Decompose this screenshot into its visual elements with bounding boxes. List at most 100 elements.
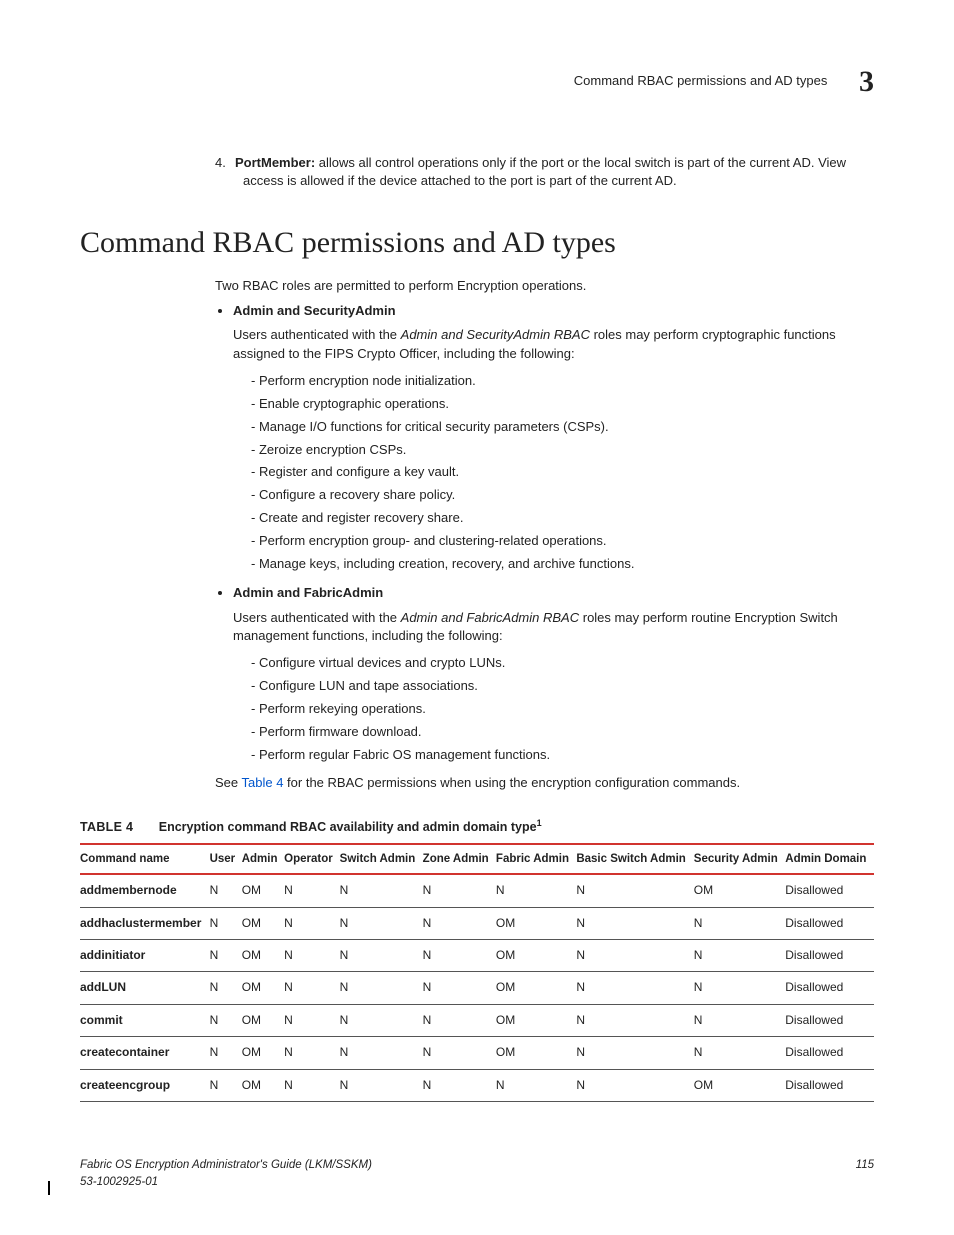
rbac-table: Command nameUserAdminOperatorSwitch Admi… — [80, 843, 874, 1102]
value-cell: Disallowed — [785, 874, 874, 907]
value-cell: N — [576, 972, 693, 1004]
value-cell: Disallowed — [785, 939, 874, 971]
value-cell: OM — [496, 1004, 576, 1036]
value-cell: OM — [496, 972, 576, 1004]
value-cell: N — [576, 1004, 693, 1036]
value-cell: N — [284, 874, 340, 907]
table-row: commitNOMNNNOMNNDisallowed — [80, 1004, 874, 1036]
value-cell: N — [340, 1004, 423, 1036]
table-header-row: Command nameUserAdminOperatorSwitch Admi… — [80, 844, 874, 875]
role-desc: Users authenticated with the Admin and S… — [233, 326, 874, 364]
action-item: Register and configure a key vault. — [251, 463, 874, 482]
value-cell: N — [694, 1037, 785, 1069]
action-item: Enable cryptographic operations. — [251, 395, 874, 414]
value-cell: N — [284, 907, 340, 939]
value-cell: N — [423, 939, 496, 971]
value-cell: N — [210, 939, 242, 971]
value-cell: N — [423, 1004, 496, 1036]
book-title: Fabric OS Encryption Administrator's Gui… — [80, 1159, 372, 1171]
command-name-cell: commit — [80, 1004, 210, 1036]
change-bar — [48, 1181, 50, 1195]
col-header: Operator — [284, 844, 340, 875]
value-cell: OM — [242, 1037, 284, 1069]
value-cell: N — [340, 1037, 423, 1069]
value-cell: N — [423, 972, 496, 1004]
value-cell: OM — [242, 972, 284, 1004]
value-cell: OM — [496, 907, 576, 939]
value-cell: OM — [242, 1004, 284, 1036]
doc-number: 53-1002925-01 — [80, 1176, 158, 1188]
value-cell: N — [423, 907, 496, 939]
list-number: 4. — [215, 154, 235, 173]
value-cell: Disallowed — [785, 1037, 874, 1069]
table-row: addhaclustermemberNOMNNNOMNNDisallowed — [80, 907, 874, 939]
value-cell: N — [423, 874, 496, 907]
action-item: Perform encryption group- and clustering… — [251, 532, 874, 551]
table-caption-text: Encryption command RBAC availability and… — [159, 820, 537, 834]
value-cell: N — [694, 939, 785, 971]
role-item: Admin and SecurityAdminUsers authenticat… — [233, 302, 874, 574]
value-cell: N — [210, 1037, 242, 1069]
table-row: createcontainerNOMNNNOMNNDisallowed — [80, 1037, 874, 1069]
see-table-note: See Table 4 for the RBAC permissions whe… — [215, 774, 874, 793]
command-name-cell: addhaclustermember — [80, 907, 210, 939]
value-cell: N — [340, 939, 423, 971]
value-cell: N — [284, 972, 340, 1004]
value-cell: N — [340, 874, 423, 907]
page-footer: Fabric OS Encryption Administrator's Gui… — [80, 1157, 874, 1190]
table-row: createencgroupNOMNNNNNOMDisallowed — [80, 1069, 874, 1101]
value-cell: N — [423, 1037, 496, 1069]
role-actions: Perform encryption node initialization. E… — [233, 372, 874, 574]
value-cell: N — [284, 1037, 340, 1069]
action-item: Configure virtual devices and crypto LUN… — [251, 654, 874, 673]
value-cell: OM — [242, 1069, 284, 1101]
running-header: Command RBAC permissions and AD types 3 — [80, 60, 874, 104]
action-item: Manage keys, including creation, recover… — [251, 555, 874, 574]
col-header: Security Admin — [694, 844, 785, 875]
table-row: addLUNNOMNNNOMNNDisallowed — [80, 972, 874, 1004]
action-item: Manage I/O functions for critical securi… — [251, 418, 874, 437]
value-cell: N — [340, 907, 423, 939]
role-desc: Users authenticated with the Admin and F… — [233, 609, 874, 647]
value-cell: N — [423, 1069, 496, 1101]
col-header: Fabric Admin — [496, 844, 576, 875]
action-item: Configure a recovery share policy. — [251, 486, 874, 505]
action-item: Perform encryption node initialization. — [251, 372, 874, 391]
col-header: Zone Admin — [423, 844, 496, 875]
value-cell: N — [210, 972, 242, 1004]
value-cell: N — [210, 1004, 242, 1036]
value-cell: N — [284, 939, 340, 971]
col-header: Basic Switch Admin — [576, 844, 693, 875]
value-cell: N — [694, 907, 785, 939]
value-cell: OM — [694, 1069, 785, 1101]
command-name-cell: addinitiator — [80, 939, 210, 971]
value-cell: N — [576, 939, 693, 971]
value-cell: N — [694, 972, 785, 1004]
value-cell: N — [496, 1069, 576, 1101]
value-cell: OM — [496, 1037, 576, 1069]
table-label: TABLE 4 — [80, 820, 133, 834]
command-name-cell: addmembernode — [80, 874, 210, 907]
action-item: Perform rekeying operations. — [251, 700, 874, 719]
page-number: 115 — [856, 1157, 874, 1190]
table-caption: TABLE 4 Encryption command RBAC availabi… — [80, 817, 874, 836]
col-header: Switch Admin — [340, 844, 423, 875]
role-item: Admin and FabricAdminUsers authenticated… — [233, 584, 874, 765]
header-title: Command RBAC permissions and AD types — [574, 73, 828, 88]
value-cell: N — [576, 874, 693, 907]
value-cell: N — [284, 1004, 340, 1036]
value-cell: N — [576, 1037, 693, 1069]
value-cell: N — [496, 874, 576, 907]
value-cell: N — [576, 907, 693, 939]
value-cell: OM — [496, 939, 576, 971]
value-cell: OM — [242, 874, 284, 907]
action-item: Perform firmware download. — [251, 723, 874, 742]
portmember-desc: allows all control operations only if th… — [243, 155, 846, 189]
table-footnote-mark: 1 — [537, 818, 542, 828]
value-cell: N — [210, 907, 242, 939]
term-portmember: PortMember: — [235, 155, 315, 170]
value-cell: N — [576, 1069, 693, 1101]
table-4-link[interactable]: Table 4 — [242, 775, 284, 790]
value-cell: Disallowed — [785, 1004, 874, 1036]
value-cell: Disallowed — [785, 907, 874, 939]
